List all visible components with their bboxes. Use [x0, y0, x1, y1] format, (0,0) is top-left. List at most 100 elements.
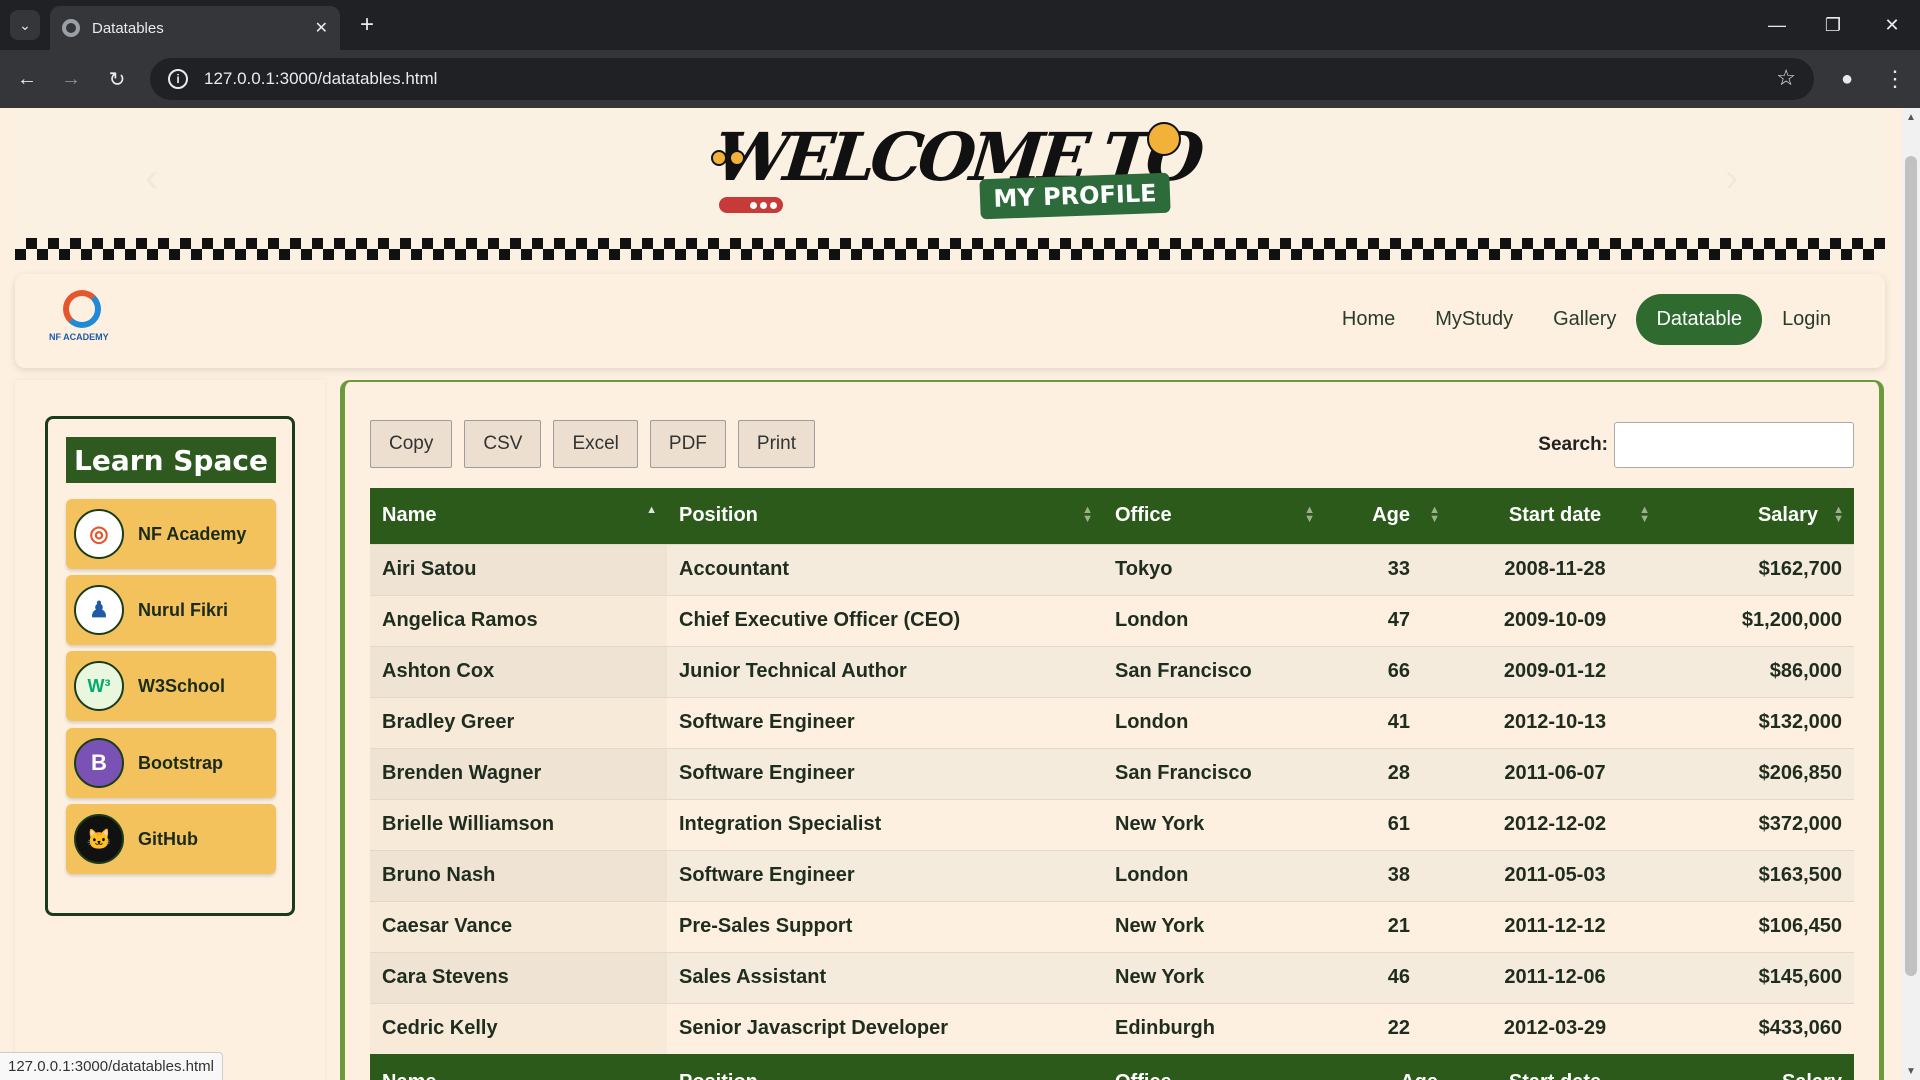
cell-start-date: 2012-10-13: [1450, 696, 1660, 748]
page-scrollbar[interactable]: ▲ ▼: [1902, 108, 1920, 1080]
copy-button[interactable]: Copy: [370, 420, 453, 468]
cell-age: 28: [1325, 747, 1450, 799]
pdf-button[interactable]: PDF: [649, 420, 726, 468]
search-label: Search:: [1538, 434, 1608, 455]
cell-age: 61: [1325, 798, 1450, 850]
datatable-panel: Copy CSV Excel PDF Print Search: Name ▲ P…: [340, 380, 1884, 1080]
col-header-start-date[interactable]: Start date ▲ ▼: [1450, 488, 1660, 544]
cell-start-date: 2011-05-03: [1450, 849, 1660, 901]
reload-icon[interactable]: ↻: [102, 64, 132, 94]
col-header-name[interactable]: Name ▲: [370, 488, 667, 544]
cell-office: San Francisco: [1103, 645, 1325, 697]
restore-icon[interactable]: ❐: [1805, 0, 1861, 50]
browser-tab[interactable]: Datatables ✕: [50, 6, 340, 50]
table-footer-row: Name Position Office Age Start date Sala…: [370, 1054, 1854, 1080]
excel-button[interactable]: Excel: [553, 420, 638, 468]
cell-age: 46: [1325, 951, 1450, 1003]
nav-login[interactable]: Login: [1762, 294, 1851, 345]
cell-name: Caesar Vance: [370, 900, 667, 952]
browser-toolbar: ← → ↻ i 127.0.0.1:3000/datatables.html ☆…: [0, 50, 1920, 108]
scrollbar-thumb[interactable]: [1905, 156, 1917, 976]
footer-start-date: Start date: [1450, 1054, 1660, 1080]
browser-menu-icon[interactable]: ⋮: [1880, 64, 1910, 94]
table-row[interactable]: Ashton Cox Junior Technical Author San Fra…: [370, 645, 1854, 697]
table-row[interactable]: Airi Satou Accountant Tokyo 33 2008-11-28 $16…: [370, 543, 1854, 595]
globe-icon: [62, 19, 80, 37]
address-bar[interactable]: i 127.0.0.1:3000/datatables.html ☆: [150, 58, 1814, 100]
minimize-icon[interactable]: —: [1749, 0, 1805, 50]
window-close-icon[interactable]: ✕: [1864, 0, 1920, 50]
nav-home[interactable]: Home: [1322, 294, 1415, 345]
print-button[interactable]: Print: [737, 420, 815, 468]
learn-item-w3school[interactable]: W³ W3School: [66, 651, 276, 721]
scroll-up-icon[interactable]: ▲: [1906, 112, 1916, 123]
bookmark-star-icon[interactable]: ☆: [1776, 65, 1796, 91]
back-arrow-icon[interactable]: ←: [12, 64, 42, 94]
col-header-label: Salary: [1757, 504, 1818, 527]
brand-text: NF ACADEMY: [49, 332, 109, 342]
table-row[interactable]: Bruno Nash Software Engineer London 38 2011-…: [370, 849, 1854, 901]
cell-salary: $1,200,000: [1660, 594, 1854, 646]
site-info-icon[interactable]: i: [168, 69, 188, 89]
cell-start-date: 2011-12-06: [1450, 951, 1660, 1003]
footer-position: Position: [667, 1054, 1103, 1080]
close-tab-icon[interactable]: ✕: [315, 18, 328, 38]
table-row[interactable]: Brielle Williamson Integration Specialist…: [370, 798, 1854, 850]
forward-arrow-icon[interactable]: →: [56, 64, 86, 94]
cell-name: Bradley Greer: [370, 696, 667, 748]
cell-age: 33: [1325, 543, 1450, 595]
learn-space-box: Learn Space ◎ NF Academy ♟ Nurul Fikri W…: [45, 416, 295, 916]
csv-button[interactable]: CSV: [464, 420, 542, 468]
address-url[interactable]: 127.0.0.1:3000/datatables.html: [204, 69, 437, 89]
nav-mystudy[interactable]: MyStudy: [1415, 294, 1533, 345]
cell-position: Sales Assistant: [667, 951, 1103, 1003]
scroll-down-icon[interactable]: ▼: [1906, 1066, 1916, 1077]
learn-item-nf-academy[interactable]: ◎ NF Academy: [66, 499, 276, 569]
table-row[interactable]: Brenden Wagner Software Engineer San Franc…: [370, 747, 1854, 799]
learn-item-nurul-fikri[interactable]: ♟ Nurul Fikri: [66, 575, 276, 645]
cell-office: Edinburgh: [1103, 1002, 1325, 1054]
browser-tabstrip: ⌄ Datatables ✕ + — ❐ ✕: [0, 0, 1920, 50]
search-input[interactable]: [1614, 422, 1854, 468]
col-header-office[interactable]: Office ▲ ▼: [1103, 488, 1325, 544]
nav-gallery[interactable]: Gallery: [1533, 294, 1636, 345]
cell-name: Bruno Nash: [370, 849, 667, 901]
learn-item-github[interactable]: 🐱 GitHub: [66, 804, 276, 874]
carousel-prev-icon[interactable]: ‹: [145, 156, 158, 201]
nf-academy-brand[interactable]: NF ACADEMY: [49, 290, 119, 350]
learn-item-bootstrap[interactable]: B Bootstrap: [66, 728, 276, 798]
new-tab-icon[interactable]: +: [352, 10, 382, 40]
carousel-next-icon[interactable]: ›: [1725, 156, 1738, 201]
col-header-age[interactable]: Age ▲ ▼: [1325, 488, 1450, 544]
cell-name: Brenden Wagner: [370, 747, 667, 799]
table-row[interactable]: Bradley Greer Software Engineer London 41 20…: [370, 696, 1854, 748]
table-row[interactable]: Cedric Kelly Senior Javascript Developer E…: [370, 1002, 1854, 1054]
col-header-label: Start date: [1508, 504, 1602, 527]
cell-age: 66: [1325, 645, 1450, 697]
learn-item-label: GitHub: [138, 828, 198, 849]
table-row[interactable]: Caesar Vance Pre-Sales Support New York 21 2…: [370, 900, 1854, 952]
eyes-icon: [711, 150, 745, 170]
col-header-label: Name: [382, 504, 437, 527]
nav-datatable[interactable]: Datatable: [1636, 294, 1763, 345]
col-header-salary[interactable]: Salary ▲ ▼: [1660, 488, 1854, 544]
sort-asc-icon: ▲: [646, 504, 657, 516]
cell-position: Junior Technical Author: [667, 645, 1103, 697]
table-row[interactable]: Cara Stevens Sales Assistant New York 46 201…: [370, 951, 1854, 1003]
tab-title: Datatables: [92, 19, 164, 37]
tab-search-chevron-icon[interactable]: ⌄: [10, 10, 40, 40]
learn-item-label: NF Academy: [138, 523, 247, 544]
cell-office: New York: [1103, 900, 1325, 952]
cell-age: 21: [1325, 900, 1450, 952]
table-header-row: Name ▲ Position ▲ ▼ Office ▲ ▼ Age ▲ ▼ Start da…: [370, 488, 1854, 544]
profile-icon[interactable]: ●: [1832, 64, 1862, 94]
col-header-position[interactable]: Position ▲ ▼: [667, 488, 1103, 544]
table-row[interactable]: Angelica Ramos Chief Executive Officer (C…: [370, 594, 1854, 646]
link-status-bar: 127.0.0.1:3000/datatables.html: [0, 1052, 223, 1080]
cell-name: Ashton Cox: [370, 645, 667, 697]
cell-office: New York: [1103, 951, 1325, 1003]
learn-space-title: Learn Space: [66, 437, 276, 483]
cell-start-date: 2009-01-12: [1450, 645, 1660, 697]
cell-office: London: [1103, 696, 1325, 748]
cell-salary: $433,060: [1660, 1002, 1854, 1054]
